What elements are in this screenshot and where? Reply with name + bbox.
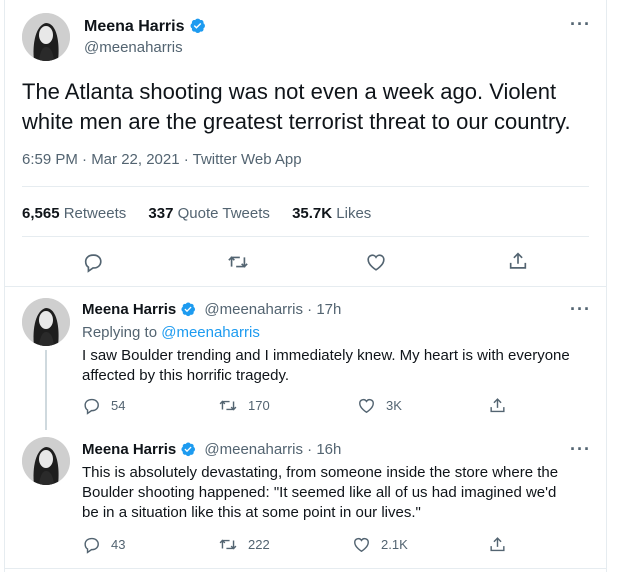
reply-avatar[interactable] — [22, 437, 70, 485]
reply-icon[interactable] — [82, 251, 104, 273]
reply-text-line: This is absolutely devastating, from som… — [82, 464, 559, 481]
reply-button[interactable]: 43 — [82, 535, 125, 554]
share-button[interactable] — [488, 396, 507, 415]
author-avatar[interactable] — [22, 13, 70, 61]
more-options-icon[interactable]: ··· — [570, 439, 591, 460]
likes-stat[interactable]: 35.7K Likes — [292, 205, 371, 222]
author-handle[interactable]: @meenaharris — [84, 39, 183, 56]
quote-tweets-stat[interactable]: 337 Quote Tweets — [148, 205, 269, 222]
divider — [22, 236, 589, 237]
reply-avatar[interactable] — [22, 298, 70, 346]
verified-badge-icon — [180, 301, 196, 321]
tweet-text-line: white men are the greatest terrorist thr… — [22, 109, 571, 134]
tweet-stats: 6,565 Retweets 337 Quote Tweets 35.7K Li… — [22, 205, 371, 222]
share-button[interactable] — [488, 535, 507, 554]
reply-icon — [84, 398, 99, 415]
retweet-button[interactable]: 222 — [218, 535, 270, 554]
more-options-icon[interactable]: ··· — [570, 299, 591, 320]
reply-author-handle[interactable]: @meenaharris — [204, 441, 303, 458]
retweet-count: 222 — [248, 537, 270, 552]
reply-button[interactable]: 54 — [82, 396, 125, 415]
like-icon — [359, 398, 374, 414]
avatar-image — [22, 13, 70, 61]
like-button[interactable]: 3K — [357, 396, 402, 415]
share-icon[interactable] — [507, 250, 529, 272]
retweet-icon — [219, 539, 237, 550]
reply-count: 54 — [111, 398, 126, 413]
retweet-button[interactable]: 170 — [218, 396, 270, 415]
reply-text-line: affected by this horrific tragedy. — [82, 367, 290, 384]
reply-author-handle[interactable]: @meenaharris — [204, 301, 303, 318]
thread-connector-line — [45, 350, 47, 430]
share-icon — [490, 398, 505, 413]
divider — [22, 186, 589, 187]
tweet-timestamp[interactable]: 6:59 PM · Mar 22, 2021 · Twitter Web App — [22, 151, 302, 168]
reply-author-name[interactable]: Meena Harris — [82, 301, 176, 318]
like-icon[interactable] — [365, 251, 387, 273]
author-name-text: Meena Harris — [84, 18, 185, 35]
reply-text: This is absolutely devastating, from som… — [82, 463, 597, 523]
reply-text-line: Boulder shooting happened: "It seemed li… — [82, 484, 557, 501]
reply-author-name[interactable]: Meena Harris — [82, 441, 176, 458]
reply-age[interactable]: · 16h — [307, 441, 341, 458]
author-name[interactable]: Meena Harris — [84, 17, 206, 39]
share-icon — [490, 537, 505, 552]
replying-to-handle-link[interactable]: @meenaharris — [161, 324, 260, 341]
reply-text-line: I saw Boulder trending and I immediately… — [82, 347, 570, 364]
like-count: 2.1K — [381, 537, 408, 552]
like-icon — [354, 537, 369, 553]
reply-age[interactable]: · 17h — [307, 301, 341, 318]
reply-text: I saw Boulder trending and I immediately… — [82, 346, 597, 386]
reply-text-line: be in a situation like this at some poin… — [82, 504, 421, 521]
divider — [5, 568, 606, 569]
divider — [5, 286, 606, 287]
reply-header: Meena Harris @meenaharris · 16h — [82, 441, 341, 461]
avatar-image — [22, 298, 70, 346]
replying-to: Replying to @meenaharris — [82, 324, 260, 341]
retweet-icon[interactable] — [226, 251, 250, 273]
verified-badge-icon — [180, 441, 196, 461]
retweet-icon — [219, 400, 237, 411]
like-count: 3K — [386, 398, 402, 413]
reply-header: Meena Harris @meenaharris · 17h — [82, 301, 341, 321]
tweet-text: The Atlanta shooting was not even a week… — [22, 77, 597, 137]
tweet-text-line: The Atlanta shooting was not even a week… — [22, 79, 557, 104]
more-options-icon[interactable]: ··· — [570, 14, 591, 35]
verified-badge-icon — [189, 17, 206, 39]
like-button[interactable]: 2.1K — [352, 535, 408, 554]
retweet-count: 170 — [248, 398, 270, 413]
retweets-stat[interactable]: 6,565 Retweets — [22, 205, 126, 222]
reply-icon — [84, 537, 99, 554]
avatar-image — [22, 437, 70, 485]
reply-count: 43 — [111, 537, 126, 552]
